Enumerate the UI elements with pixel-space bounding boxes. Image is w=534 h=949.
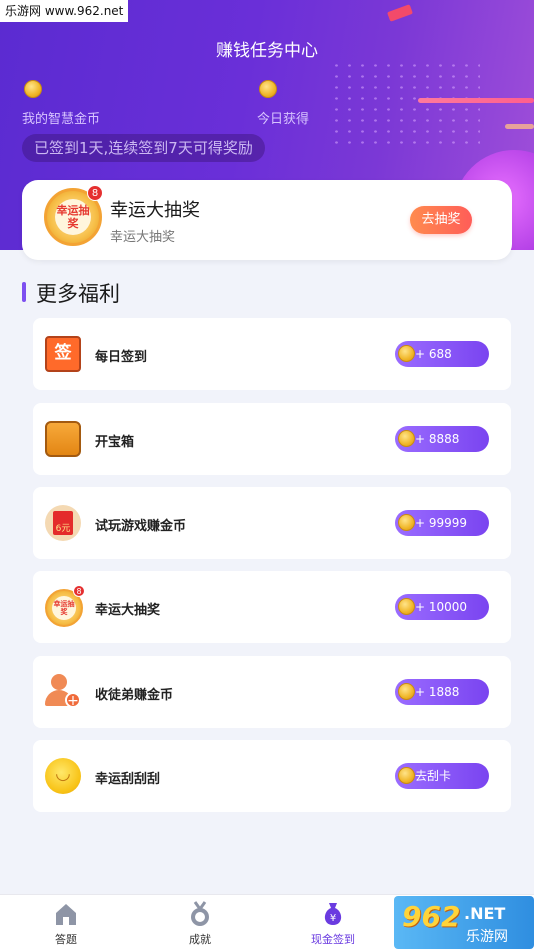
task-reward-button[interactable]: + 1888 <box>395 679 489 705</box>
coin-icon <box>398 767 415 784</box>
task-scratch-card[interactable]: ◡ 幸运刮刮刮 去刮卡 <box>33 740 511 812</box>
task-open-chest[interactable]: 开宝箱 + 8888 <box>33 403 511 475</box>
scratch-card-button[interactable]: 去刮卡 <box>395 763 489 789</box>
coin-icon <box>398 514 415 531</box>
tab-cash-sign[interactable]: ¥ 现金签到 <box>293 901 373 947</box>
badge-count: 8 <box>73 585 85 597</box>
badge-count: 8 <box>87 185 103 201</box>
tab-achievement[interactable]: 成就 <box>160 901 240 947</box>
tab-quiz[interactable]: 答题 <box>26 901 106 947</box>
coin-icon <box>259 80 277 98</box>
sign-calendar-icon: 签 <box>45 336 81 372</box>
task-invite-apprentice[interactable]: + 收徒弟赚金币 + 1888 <box>33 656 511 728</box>
task-reward-button[interactable]: + 8888 <box>395 426 489 452</box>
money-bag-icon: ¥ <box>320 901 346 927</box>
decorative-streak <box>418 98 534 103</box>
task-reward-button[interactable]: + 99999 <box>395 510 489 536</box>
gold-coins-label: 我的智慧金币 <box>22 112 101 127</box>
coin-icon <box>398 683 415 700</box>
lottery-badge-icon: 幸运抽奖 8 <box>45 585 85 627</box>
task-label: 开宝箱 <box>95 435 135 450</box>
section-accent-bar <box>22 282 26 302</box>
sign-in-tip: 已签到1天,连续签到7天可得奖励 <box>22 134 265 162</box>
treasure-chest-icon <box>45 421 81 457</box>
medal-icon <box>187 901 213 927</box>
task-label: 幸运刮刮刮 <box>95 772 161 787</box>
task-daily-sign[interactable]: 签 每日签到 + 688 <box>33 318 511 390</box>
task-reward-button[interactable]: + 10000 <box>395 594 489 620</box>
today-earned-label: 今日获得 <box>257 112 310 127</box>
coin-icon <box>24 80 42 98</box>
lucky-draw-subtitle: 幸运大抽奖 <box>110 230 176 245</box>
lottery-badge-icon: 幸运抽奖 8 <box>44 185 103 246</box>
decorative-streak <box>505 124 534 129</box>
coin-icon <box>398 598 415 615</box>
smiley-coin-icon: ◡ <box>45 758 81 794</box>
lucky-draw-title: 幸运大抽奖 <box>110 200 200 221</box>
task-reward-button[interactable]: + 688 <box>395 341 489 367</box>
coin-icon <box>398 430 415 447</box>
home-icon <box>53 901 79 927</box>
decorative-dots <box>330 60 480 150</box>
task-label: 每日签到 <box>95 350 148 365</box>
decorative-streak <box>387 4 413 22</box>
task-label: 收徒弟赚金币 <box>95 688 174 703</box>
page-title: 赚钱任务中心 <box>216 41 318 61</box>
task-lucky-draw[interactable]: 幸运抽奖 8 幸运大抽奖 + 10000 <box>33 571 511 643</box>
red-envelope-icon: 6元 <box>45 505 81 541</box>
site-watermark: 乐游网 www.962.net <box>0 0 129 22</box>
coin-icon <box>398 345 415 362</box>
962-watermark-logo: 962 .NET 乐游网 <box>394 896 534 949</box>
svg-text:¥: ¥ <box>330 913 336 924</box>
task-trial-game[interactable]: 6元 试玩游戏赚金币 + 99999 <box>33 487 511 559</box>
section-title: 更多福利 <box>36 282 120 306</box>
go-draw-button[interactable]: 去抽奖 <box>410 206 472 234</box>
task-label: 幸运大抽奖 <box>95 603 161 618</box>
lucky-draw-card[interactable]: 幸运抽奖 8 幸运大抽奖 幸运大抽奖 去抽奖 <box>22 180 512 260</box>
add-user-icon: + <box>45 674 81 710</box>
task-label: 试玩游戏赚金币 <box>95 519 187 534</box>
